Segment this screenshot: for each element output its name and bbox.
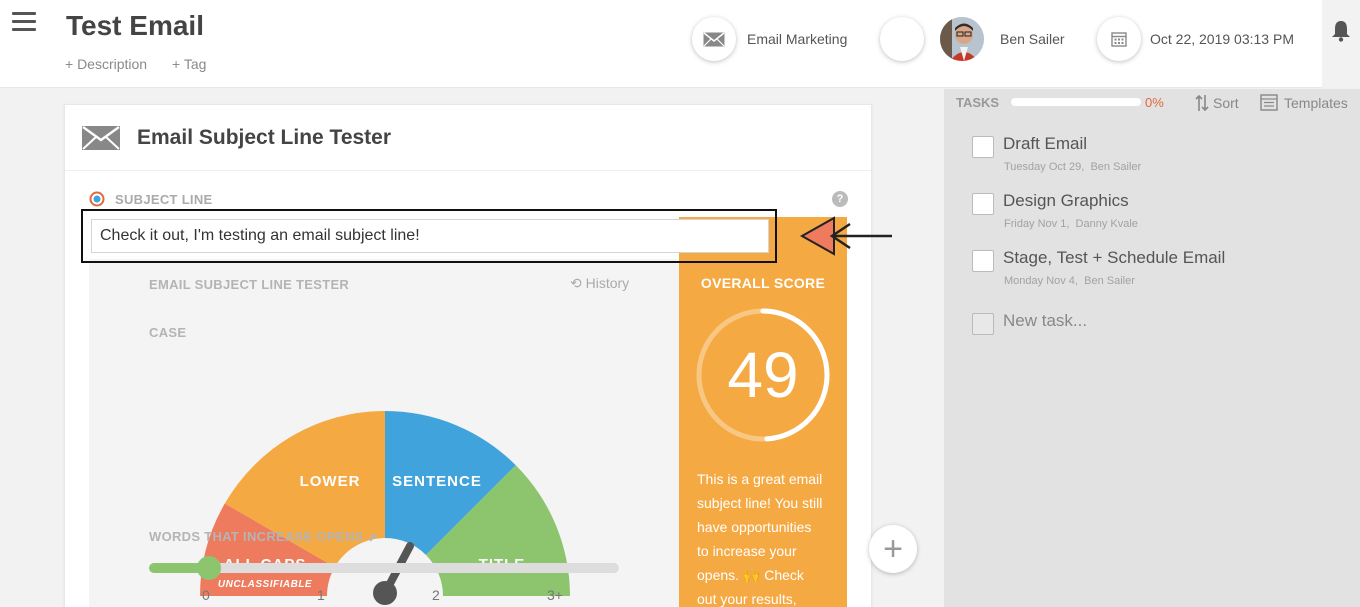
- status-circle-button[interactable]: [880, 17, 924, 61]
- sort-label: Sort: [1213, 95, 1239, 111]
- templates-icon: [1260, 94, 1278, 111]
- words-increase-opens-text: WORDS THAT INCREASE OPENS: [149, 529, 364, 544]
- score-message-line: This is a great email: [697, 471, 823, 487]
- gauge-label-sentence: SENTENCE: [392, 473, 482, 490]
- task-title[interactable]: Stage, Test + Schedule Email: [1003, 248, 1225, 268]
- words-increase-opens-label: WORDS THAT INCREASE OPENS ⇗: [149, 529, 378, 544]
- slider-tick-3plus: 3+: [547, 587, 563, 603]
- sort-button[interactable]: Sort: [1195, 94, 1239, 112]
- task-checkbox[interactable]: [972, 136, 994, 158]
- tasks-label: TASKS: [956, 95, 1000, 110]
- tasks-progress-percent: 0%: [1145, 95, 1164, 110]
- overall-score-label: OVERALL SCORE: [700, 275, 826, 291]
- add-tag-link[interactable]: + Tag: [172, 56, 206, 72]
- avatar-image: [940, 17, 984, 61]
- task-assignee: Ben Sailer: [1090, 161, 1142, 173]
- templates-button[interactable]: Templates: [1260, 94, 1348, 111]
- notifications-button[interactable]: [1322, 0, 1360, 88]
- task-meta: Friday Nov 1, Danny Kvale: [1004, 218, 1138, 230]
- gauge-label-unclassifiable: UNCLASSIFIABLE: [218, 579, 312, 590]
- subject-line-label: SUBJECT LINE: [89, 191, 213, 207]
- task-meta: Tuesday Oct 29, Ben Sailer: [1004, 161, 1141, 173]
- templates-label: Templates: [1284, 94, 1348, 111]
- task-date: Friday Nov 1,: [1004, 218, 1070, 230]
- external-link-icon[interactable]: ⇗: [367, 530, 377, 544]
- slider-tick-1: 1: [317, 587, 325, 603]
- words-slider[interactable]: [149, 556, 619, 580]
- panel-title: EMAIL SUBJECT LINE TESTER: [149, 277, 350, 292]
- score-ring: 49: [696, 308, 830, 442]
- task-title[interactable]: Draft Email: [1003, 134, 1087, 154]
- email-category-button[interactable]: [692, 17, 736, 61]
- slider-tick-2: 2: [432, 587, 440, 603]
- calendar-icon: [1111, 32, 1127, 47]
- menu-icon[interactable]: [12, 12, 36, 32]
- history-icon: ⟲: [570, 275, 582, 291]
- sort-icon: [1195, 94, 1209, 112]
- task-title[interactable]: Design Graphics: [1003, 191, 1129, 211]
- score-message-line: subject line! You still: [697, 495, 823, 511]
- subject-line-label-text: SUBJECT LINE: [115, 191, 213, 207]
- card-title: Email Subject Line Tester: [137, 125, 392, 149]
- task-date: Tuesday Oct 29,: [1004, 161, 1085, 173]
- header: Test Email + Description + Tag Email Mar…: [0, 0, 1360, 88]
- score-message-line: to increase your: [697, 543, 797, 559]
- task-checkbox[interactable]: [972, 193, 994, 215]
- date-button[interactable]: [1097, 17, 1141, 61]
- new-task-input[interactable]: New task...: [1003, 311, 1087, 331]
- slider-thumb[interactable]: [197, 556, 221, 580]
- score-message-line: out your results,: [697, 591, 797, 607]
- subject-line-input[interactable]: [91, 219, 769, 253]
- page-title[interactable]: Test Email: [66, 10, 204, 42]
- overall-score-panel: OVERALL SCORE 49 This is a great email s…: [679, 217, 847, 607]
- avatar[interactable]: [940, 17, 984, 61]
- case-gauge: ALL CAPS UNCLASSIFIABLE LOWER SENTENCE T…: [200, 411, 570, 605]
- card-header: Email Subject Line Tester: [65, 105, 871, 171]
- history-label: History: [585, 275, 630, 291]
- add-description-link[interactable]: + Description: [65, 56, 147, 72]
- coschedule-logo-icon: [89, 191, 105, 207]
- tester-results-panel: EMAIL SUBJECT LINE TESTER ⟲ History CASE…: [89, 259, 679, 607]
- tasks-panel: TASKS 0% Sort Templates Draft Email Tues…: [944, 89, 1360, 607]
- history-button[interactable]: ⟲ History: [570, 275, 629, 292]
- task-assignee: Danny Kvale: [1075, 218, 1138, 230]
- subject-line-tester-card: Email Subject Line Tester SUBJECT LINE ?…: [64, 104, 872, 607]
- case-label: CASE: [149, 325, 187, 340]
- tasks-progress-bar: [1011, 98, 1141, 106]
- score-message-line: opens. 🙌 Check: [697, 567, 804, 583]
- task-checkbox[interactable]: [972, 250, 994, 272]
- annotation-arrow-icon: [800, 216, 892, 256]
- category-label[interactable]: Email Marketing: [747, 31, 847, 47]
- envelope-icon: [82, 125, 120, 150]
- envelope-icon: [703, 31, 725, 46]
- subject-input-highlight: [81, 209, 777, 263]
- new-task-checkbox: [972, 313, 994, 335]
- assignee-name[interactable]: Ben Sailer: [1000, 31, 1065, 47]
- help-icon[interactable]: ?: [832, 191, 848, 207]
- task-date: Monday Nov 4,: [1004, 275, 1078, 287]
- task-meta: Monday Nov 4, Ben Sailer: [1004, 275, 1135, 287]
- task-assignee: Ben Sailer: [1084, 275, 1135, 287]
- slider-tick-0: 0: [202, 587, 210, 603]
- score-message-line: have opportunities: [697, 519, 812, 535]
- gauge-label-lower: LOWER: [300, 473, 361, 490]
- overall-score-value: 49: [727, 339, 798, 411]
- add-button[interactable]: +: [869, 525, 917, 573]
- gauge-needle-hub: [373, 581, 397, 605]
- due-date[interactable]: Oct 22, 2019 03:13 PM: [1150, 31, 1294, 47]
- bell-icon: [1332, 21, 1350, 42]
- score-message: This is a great email subject line! You …: [697, 467, 837, 607]
